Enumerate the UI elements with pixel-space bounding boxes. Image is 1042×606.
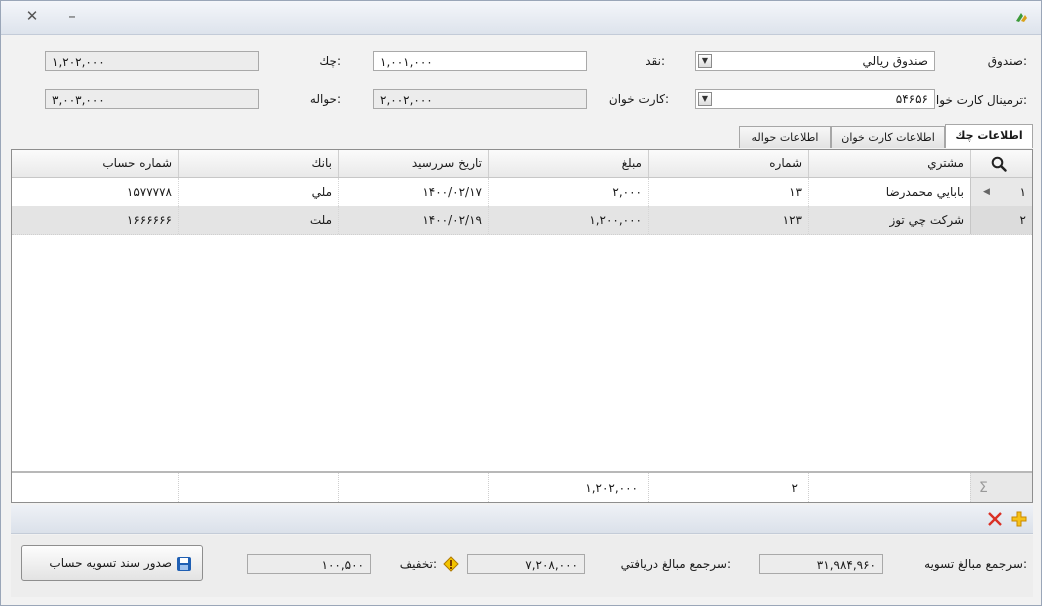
cell-customer[interactable]: شركت چي توز [808,206,970,234]
settle-total-field: ۳۱,۹۸۴,۹۶۰ [759,554,883,574]
row-indicator[interactable]: ۲ [970,206,1032,234]
row-index: ۲ [1019,213,1026,227]
sigma-icon: Σ [970,473,1032,502]
table-row[interactable]: ◀ ۱ بابايي محمدرضا ۱۳ ۲,۰۰۰ ۱۴۰۰/۰۲/۱۷ م… [12,178,1032,207]
check-field: ۱,۲۰۲,۰۰۰ [45,51,259,71]
discount-field: ۱۰۰,۵۰۰ [247,554,371,574]
search-icon[interactable] [991,156,1007,172]
cell-due-date[interactable]: ۱۴۰۰/۰۲/۱۹ [338,206,488,234]
card-field: ۲,۰۰۲,۰۰۰ [373,89,587,109]
fund-label: صندوق: [987,54,1027,68]
cash-field[interactable]: ۱,۰۰۱,۰۰۰ [373,51,587,71]
transfer-label: حواله: [309,92,341,106]
delete-icon[interactable] [987,511,1003,527]
checks-grid: مشتري شماره مبلغ تاريخ سررسيد بانك شماره… [11,149,1033,503]
row-index: ۱ [1019,185,1026,199]
row-indicator[interactable]: ◀ ۱ [970,178,1032,206]
table-row[interactable]: ۲ شركت چي توز ۱۲۳ ۱,۲۰۰,۰۰۰ ۱۴۰۰/۰۲/۱۹ م… [12,206,1032,235]
grid-footer: Σ ۲ ۱,۲۰۲,۰۰۰ [12,471,1032,502]
received-total-field: ۷,۲۰۸,۰۰۰ [467,554,585,574]
settle-total-label: سرجمع مبالغ تسويه: [924,557,1027,571]
minimize-icon[interactable]: – [63,7,81,25]
footer-amount-total: ۱,۲۰۲,۰۰۰ [488,473,648,502]
col-header-amount[interactable]: مبلغ [488,150,648,177]
col-header-account[interactable]: شماره حساب [12,150,178,177]
fund-select-value: صندوق ريالي [862,54,928,68]
terminal-select[interactable]: ۵۴۶۵۶ ▼ [695,89,935,109]
settlement-window: ✕ – صندوق: صندوق ريالي ▼ نقد: ۱,۰۰۱,۰۰۰ … [0,0,1042,606]
warning-icon [443,556,459,572]
grid-header: مشتري شماره مبلغ تاريخ سررسيد بانك شماره… [12,150,1032,178]
cell-amount[interactable]: ۱,۲۰۰,۰۰۰ [488,206,648,234]
fund-select[interactable]: صندوق ريالي ▼ [695,51,935,71]
tab-check-info[interactable]: اطلاعات چك [945,124,1033,148]
chevron-down-icon[interactable]: ▼ [698,92,712,106]
grid-search-cell[interactable] [970,150,1032,177]
received-total-label: سرجمع مبالغ دريافتي: [620,557,731,571]
cell-bank[interactable]: ملت [178,206,338,234]
discount-label: تخفيف: [399,557,437,571]
transfer-field: ۳,۰۰۳,۰۰۰ [45,89,259,109]
cell-account[interactable]: ۱۵۷۷۷۷۸ [12,178,178,206]
issue-settlement-document-button[interactable]: صدور سند تسويه حساب [21,545,203,581]
chevron-down-icon[interactable]: ▼ [698,54,712,68]
cell-due-date[interactable]: ۱۴۰۰/۰۲/۱۷ [338,178,488,206]
footer-count: ۲ [648,473,808,502]
tab-card-reader-info[interactable]: اطلاعات كارت خوان [831,126,945,148]
app-logo-icon [1016,13,1027,22]
cell-bank[interactable]: ملي [178,178,338,206]
grid-toolstrip [11,505,1033,534]
cell-number[interactable]: ۱۲۳ [648,206,808,234]
col-header-bank[interactable]: بانك [178,150,338,177]
title-bar: ✕ – [1,1,1041,35]
col-header-number[interactable]: شماره [648,150,808,177]
footer-bank [178,473,338,502]
cell-number[interactable]: ۱۳ [648,178,808,206]
add-icon[interactable] [1011,511,1027,527]
card-label: كارت خوان: [608,92,669,106]
col-header-customer[interactable]: مشتري [808,150,970,177]
summary-panel: سرجمع مبالغ تسويه: ۳۱,۹۸۴,۹۶۰ سرجمع مبال… [11,535,1033,597]
issue-settlement-document-label: صدور سند تسويه حساب [49,556,172,570]
footer-customer [808,473,970,502]
tab-transfer-info[interactable]: اطلاعات حواله [739,126,831,148]
footer-due-date [338,473,488,502]
save-icon [177,557,191,571]
footer-account [12,473,178,502]
col-header-due-date[interactable]: تاريخ سررسيد [338,150,488,177]
cash-label: نقد: [645,54,665,68]
cell-account[interactable]: ۱۶۶۶۶۶۶ [12,206,178,234]
cell-amount[interactable]: ۲,۰۰۰ [488,178,648,206]
terminal-select-value: ۵۴۶۵۶ [895,92,928,106]
close-icon[interactable]: ✕ [23,7,41,25]
current-row-arrow-icon: ◀ [983,187,990,197]
check-label: چك: [319,54,341,68]
cell-customer[interactable]: بابايي محمدرضا [808,178,970,206]
